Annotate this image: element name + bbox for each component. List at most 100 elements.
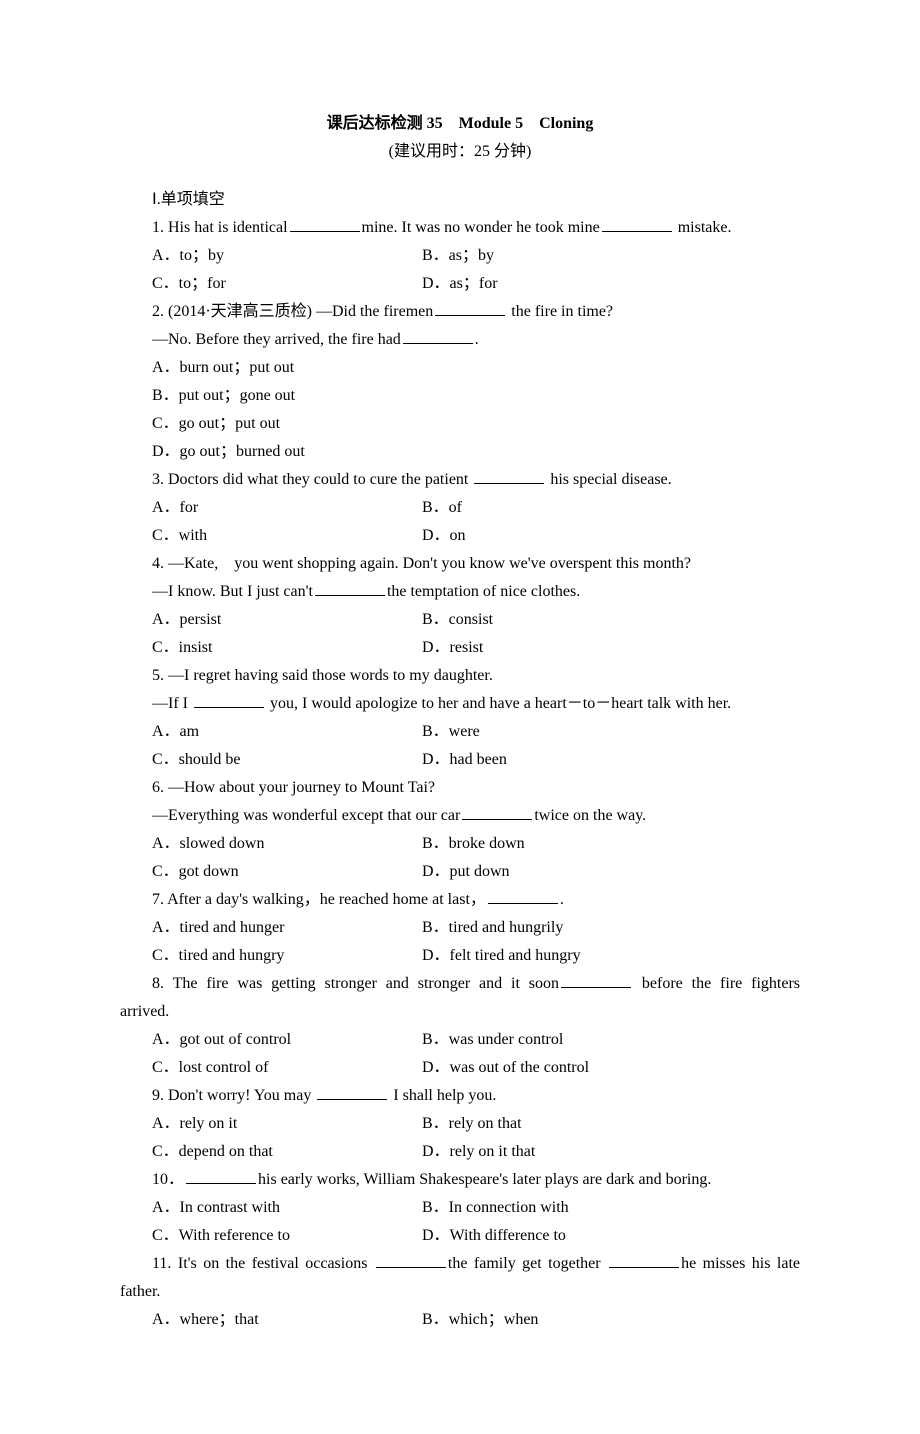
question-5-line2: —If I you, I would apologize to her and …: [120, 690, 800, 718]
q1-options-row1: A．to；by B．as；by: [120, 242, 800, 270]
q5-option-c: C．should be: [152, 746, 422, 774]
q1-option-a: A．to；by: [152, 242, 422, 270]
q5-option-b: B．were: [422, 718, 480, 746]
q3-text-b: his special disease.: [546, 471, 671, 488]
q4-text-b: —I know. But I just can't: [152, 583, 313, 600]
q9-option-a: A．rely on it: [152, 1110, 422, 1138]
q3-text-a: 3. Doctors did what they could to cure t…: [152, 471, 472, 488]
q2-text-d: .: [475, 331, 479, 348]
q6-options-row2: C．got down D．put down: [120, 858, 800, 886]
q10-option-a: A．In contrast with: [152, 1194, 422, 1222]
q8-text-b: before the fire fighters: [633, 975, 800, 992]
q2-text-b: the fire in time?: [507, 303, 613, 320]
q4-text-c: the temptation of nice clothes.: [387, 583, 580, 600]
q10-text-b: his early works, William Shakespeare's l…: [258, 1171, 711, 1188]
q1-option-b: B．as；by: [422, 242, 494, 270]
q8-option-b: B．was under control: [422, 1026, 563, 1054]
q3-option-c: C．with: [152, 522, 422, 550]
q3-option-a: A．for: [152, 494, 422, 522]
q7-option-a: A．tired and hunger: [152, 914, 422, 942]
blank: [403, 329, 473, 344]
q2-option-b: B．put out；gone out: [152, 382, 295, 410]
blank: [315, 581, 385, 596]
q7-option-d: D．felt tired and hungry: [422, 942, 581, 970]
q4-option-c: C．insist: [152, 634, 422, 662]
q10-text-a: 10．: [152, 1171, 184, 1188]
question-6: 6. —How about your journey to Mount Tai?: [120, 774, 800, 802]
q6-option-b: B．broke down: [422, 830, 525, 858]
q10-options-row1: A．In contrast with B．In connection with: [120, 1194, 800, 1222]
q8-text-a: 8. The fire was getting stronger and str…: [152, 975, 559, 992]
q6-text-b: —Everything was wonderful except that ou…: [152, 807, 460, 824]
q2-option-c-row: C．go out；put out: [120, 410, 800, 438]
q4-option-d: D．resist: [422, 634, 483, 662]
blank: [435, 301, 505, 316]
q7-option-c: C．tired and hungry: [152, 942, 422, 970]
q4-options-row2: C．insist D．resist: [120, 634, 800, 662]
q8-option-d: D．was out of the control: [422, 1054, 589, 1082]
blank: [194, 693, 264, 708]
q5-option-a: A．am: [152, 718, 422, 746]
q4-option-a: A．persist: [152, 606, 422, 634]
q7-options-row2: C．tired and hungry D．felt tired and hung…: [120, 942, 800, 970]
question-1: 1. His hat is identicalmine. It was no w…: [120, 214, 800, 242]
q4-options-row1: A．persist B．consist: [120, 606, 800, 634]
question-6-line2: —Everything was wonderful except that ou…: [120, 802, 800, 830]
blank: [474, 469, 544, 484]
q10-option-d: D．With difference to: [422, 1222, 566, 1250]
question-3: 3. Doctors did what they could to cure t…: [120, 466, 800, 494]
q5-text-c: you, I would apologize to her and have a…: [266, 695, 731, 712]
q6-option-c: C．got down: [152, 858, 422, 886]
q2-text-a: 2. (2014·天津高三质检) —Did the firemen: [152, 303, 433, 320]
q2-option-d: D．go out；burned out: [152, 438, 305, 466]
q2-option-a: A．burn out；put out: [152, 354, 294, 382]
blank: [290, 217, 360, 232]
q9-option-d: D．rely on it that: [422, 1138, 535, 1166]
q11-option-b: B．which；when: [422, 1306, 538, 1334]
q2-option-b-row: B．put out；gone out: [120, 382, 800, 410]
q6-options-row1: A．slowed down B．broke down: [120, 830, 800, 858]
q2-option-d-row: D．go out；burned out: [120, 438, 800, 466]
q1-option-d: D．as；for: [422, 270, 498, 298]
q3-option-d: D．on: [422, 522, 466, 550]
q1-text-c: mistake.: [674, 219, 732, 236]
q6-text-c: twice on the way.: [534, 807, 646, 824]
q9-option-c: C．depend on that: [152, 1138, 422, 1166]
blank: [186, 1169, 256, 1184]
question-5: 5. —I regret having said those words to …: [120, 662, 800, 690]
question-4-line2: —I know. But I just can't the temptation …: [120, 578, 800, 606]
q7-text-a: 7. After a day's walking，he reached home…: [152, 891, 486, 908]
q1-options-row2: C．to；for D．as；for: [120, 270, 800, 298]
page-title: 课后达标检测 35 Module 5 Cloning: [120, 110, 800, 138]
q8-options-row2: C．lost control of D．was out of the contr…: [120, 1054, 800, 1082]
question-8: 8. The fire was getting stronger and str…: [120, 970, 800, 1026]
q8-option-c: C．lost control of: [152, 1054, 422, 1082]
page-subtitle: (建议用时：25 分钟): [120, 138, 800, 166]
q9-option-b: B．rely on that: [422, 1110, 522, 1138]
q11-option-a: A．where；that: [152, 1306, 422, 1334]
blank: [561, 973, 631, 988]
question-10: 10． his early works, William Shakespeare'…: [120, 1166, 800, 1194]
question-11: 11. It's on the festival occasions the f…: [120, 1250, 800, 1306]
q3-option-b: B．of: [422, 494, 462, 522]
q9-text-a: 9. Don't worry! You may: [152, 1087, 315, 1104]
q1-text-a: 1. His hat is identical: [152, 219, 288, 236]
q8-text-c: arrived.: [120, 1003, 169, 1020]
q5-option-d: D．had been: [422, 746, 507, 774]
section-heading: Ⅰ.单项填空: [120, 186, 800, 214]
q5-options-row1: A．am B．were: [120, 718, 800, 746]
blank: [462, 805, 532, 820]
q6-option-a: A．slowed down: [152, 830, 422, 858]
q7-option-b: B．tired and hungrily: [422, 914, 563, 942]
q9-options-row2: C．depend on that D．rely on it that: [120, 1138, 800, 1166]
q9-text-b: I shall help you.: [389, 1087, 496, 1104]
q3-options-row2: C．with D．on: [120, 522, 800, 550]
q9-options-row1: A．rely on it B．rely on that: [120, 1110, 800, 1138]
q11-text-d: father.: [120, 1283, 160, 1300]
q2-option-a-row: A．burn out；put out: [120, 354, 800, 382]
question-2: 2. (2014·天津高三质检) —Did the firemen the fi…: [120, 298, 800, 326]
q8-option-a: A．got out of control: [152, 1026, 422, 1054]
q5-options-row2: C．should be D．had been: [120, 746, 800, 774]
q7-text-b: .: [560, 891, 564, 908]
q11-text-c: he misses his late: [681, 1255, 800, 1272]
